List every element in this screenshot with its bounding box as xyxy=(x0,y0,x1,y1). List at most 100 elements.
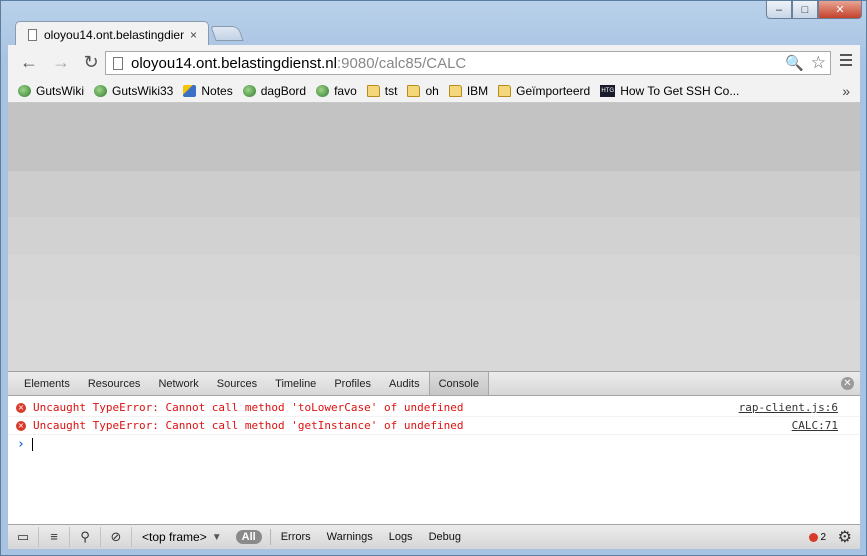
globe-icon xyxy=(18,84,31,97)
bookmark-item[interactable]: favo xyxy=(316,84,357,98)
folder-icon xyxy=(498,84,512,97)
bookmark-star-icon[interactable]: ☆ xyxy=(811,53,826,73)
tab-sources[interactable]: Sources xyxy=(208,372,266,395)
bookmark-label: Notes xyxy=(201,83,233,98)
menu-icon[interactable] xyxy=(840,54,852,69)
bookmark-item[interactable]: Geïmporteerd xyxy=(498,84,590,98)
tab-title: oloyou14.ont.belastingdienst xyxy=(44,27,184,42)
clear-console-icon[interactable]: ⊘ xyxy=(101,527,132,547)
bookmark-item[interactable]: GutsWiki33 xyxy=(94,84,173,98)
source-link[interactable]: CALC:71 xyxy=(792,419,838,432)
tab-elements[interactable]: Elements xyxy=(8,372,79,395)
text-cursor xyxy=(31,437,33,451)
filter-debug[interactable]: Debug xyxy=(429,531,461,543)
minimize-button[interactable]: – xyxy=(766,1,792,19)
filter-logs[interactable]: Logs xyxy=(389,531,413,543)
close-window-button[interactable]: ✕ xyxy=(818,1,862,19)
bookmark-label: Geïmporteerd xyxy=(516,83,591,98)
bookmark-item[interactable]: IBM xyxy=(448,83,489,98)
bookmark-label: dagBord xyxy=(260,83,307,98)
address-bar[interactable]: oloyou14.ont.belastingdienst.nl:9080/cal… xyxy=(105,51,831,75)
console-message-text: Uncaught TypeError: Cannot call method '… xyxy=(33,419,464,432)
content-band xyxy=(8,217,860,255)
url-text[interactable]: oloyou14.ont.belastingdienst.nl:9080/cal… xyxy=(131,55,466,72)
zoom-icon[interactable]: 🔍 xyxy=(785,54,804,72)
console-message-text: Uncaught TypeError: Cannot call method '… xyxy=(33,401,464,414)
console-message: × Uncaught TypeError: Cannot call method … xyxy=(8,417,860,435)
bookmark-item[interactable]: tst xyxy=(366,83,398,98)
reload-button[interactable]: ↻ xyxy=(78,52,104,73)
htg-icon: HTG xyxy=(600,84,616,97)
console-message: × Uncaught TypeError: Cannot call method … xyxy=(8,399,860,417)
bookmark-label: How To Get SSH Co... xyxy=(620,83,740,98)
notes-icon xyxy=(183,84,197,97)
bookmark-label: tst xyxy=(384,83,398,98)
filter-errors[interactable]: Errors xyxy=(281,531,311,543)
page-icon xyxy=(113,56,123,70)
maximize-button[interactable]: □ xyxy=(792,1,818,19)
browser-tab[interactable]: oloyou14.ont.belastingdienst × xyxy=(15,21,209,47)
devtools-tabs: Elements Resources Network Sources Timeline P… xyxy=(8,371,860,396)
bookmarks-bar: GutsWiki GutsWiki33 Notes dagBord favo tst oh I… xyxy=(8,79,860,103)
bookmark-label: oh xyxy=(425,83,439,98)
window-controls: – □ ✕ xyxy=(766,1,862,19)
folder-icon xyxy=(448,84,462,97)
tab-network[interactable]: Network xyxy=(149,372,207,395)
chevron-down-icon: ▼ xyxy=(211,531,222,543)
filter-warnings[interactable]: Warnings xyxy=(327,531,373,543)
tab-strip: oloyou14.ont.belastingdienst × xyxy=(1,19,866,47)
content-band xyxy=(8,255,860,299)
url-host: oloyou14.ont.belastingdienst.nl xyxy=(131,54,337,72)
content-band xyxy=(8,171,860,217)
error-count-badge[interactable]: 2 xyxy=(809,532,826,543)
bookmark-item[interactable]: dagBord xyxy=(242,83,307,98)
page-content xyxy=(8,103,860,371)
browser-toolbar: ← → ↻ oloyou14.ont.belastingdienst.nl:90… xyxy=(8,45,860,79)
bookmark-item[interactable]: HTG How To Get SSH Co... xyxy=(600,84,739,98)
source-link[interactable]: rap-client.js:6 xyxy=(739,401,838,414)
error-icon: × xyxy=(16,402,26,413)
tab-timeline[interactable]: Timeline xyxy=(266,372,325,395)
search-icon[interactable]: ⚲ xyxy=(70,527,101,547)
bookmark-label: GutsWiki33 xyxy=(112,83,174,98)
new-tab-button[interactable] xyxy=(210,26,244,41)
content-band xyxy=(8,299,860,371)
gear-icon[interactable]: ⚙ xyxy=(838,527,852,547)
show-drawer-icon[interactable]: ≡ xyxy=(39,527,70,547)
browser-window: – □ ✕ oloyou14.ont.belastingdienst × ← →… xyxy=(0,0,867,556)
folder-icon xyxy=(366,84,380,97)
bookmark-label: favo xyxy=(334,83,357,98)
forward-button[interactable]: → xyxy=(48,52,74,73)
error-icon xyxy=(809,532,819,542)
folder-icon xyxy=(407,84,421,97)
frame-selector[interactable]: <top frame> ▼ xyxy=(142,530,222,544)
console-output[interactable]: × Uncaught TypeError: Cannot call method … xyxy=(8,396,860,524)
url-path: :9080/calc85/CALC xyxy=(337,54,467,72)
tab-console[interactable]: Console xyxy=(428,372,489,395)
globe-icon xyxy=(316,84,330,97)
error-icon: × xyxy=(16,420,26,431)
back-button[interactable]: ← xyxy=(16,52,42,73)
globe-icon xyxy=(242,84,256,97)
tab-resources[interactable]: Resources xyxy=(79,372,150,395)
error-count: 2 xyxy=(820,531,826,543)
bookmark-item[interactable]: GutsWiki xyxy=(18,84,84,98)
devtools-status-bar: ▭ ≡ ⚲ ⊘ <top frame> ▼ All Errors Warnings… xyxy=(8,524,860,549)
globe-icon xyxy=(94,84,107,97)
filter-all[interactable]: All xyxy=(235,530,262,544)
bookmarks-overflow-icon[interactable]: » xyxy=(842,83,850,99)
devtools-panel: Elements Resources Network Sources Timeline P… xyxy=(8,371,860,549)
frame-selector-label: <top frame> xyxy=(142,530,207,544)
tab-close-icon[interactable]: × xyxy=(190,28,197,42)
page-icon xyxy=(28,28,37,41)
devtools-close-icon[interactable]: ✕ xyxy=(841,377,854,390)
bookmark-item[interactable]: Notes xyxy=(183,83,233,98)
tab-profiles[interactable]: Profiles xyxy=(325,372,380,395)
console-prompt[interactable]: › xyxy=(8,435,860,453)
dock-icon[interactable]: ▭ xyxy=(8,527,39,547)
bookmark-item[interactable]: oh xyxy=(407,83,439,98)
bookmark-label: GutsWiki xyxy=(36,83,84,98)
bookmark-label: IBM xyxy=(466,83,489,98)
tab-audits[interactable]: Audits xyxy=(380,372,429,395)
content-band xyxy=(8,103,860,171)
